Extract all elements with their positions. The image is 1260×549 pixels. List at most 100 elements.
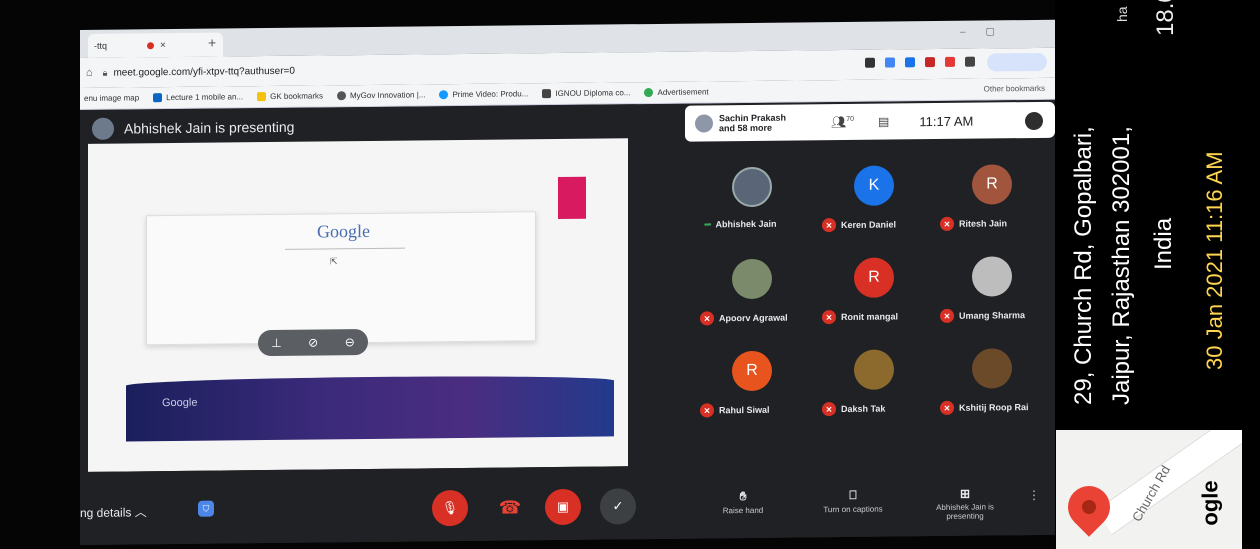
- shared-pink-block: [558, 176, 586, 219]
- other-bookmarks[interactable]: Other bookmarks: [984, 84, 1045, 94]
- participant-name: Ritesh Jain: [959, 218, 1008, 229]
- participant-tile[interactable]: ✕ Umang Sharma: [940, 252, 1050, 345]
- camera-off-icon: ▣: [556, 498, 570, 515]
- participant-name: Kshitij Roop Rai: [959, 402, 1029, 413]
- bookmark[interactable]: IGNOU Diploma co...: [542, 88, 630, 99]
- bookmark[interactable]: enu image map: [84, 93, 139, 103]
- tab-close-icon[interactable]: ×: [160, 40, 166, 51]
- google-logo: Google: [317, 220, 370, 242]
- banner-text: Google: [162, 396, 198, 410]
- participant-tile[interactable]: R ✕ Rahul Siwal: [700, 346, 810, 439]
- extension-icon[interactable]: [865, 57, 875, 68]
- recording-dot-icon: [147, 41, 155, 49]
- avatar: R: [732, 350, 772, 392]
- participant-name-row: ••• Abhishek Jain: [704, 218, 816, 230]
- meet-controls-bar: ng details ︿ ⛉ 🎙︎ ☎︎ ▣ ✓ ✋︎ Raise hand ⎕ T…: [80, 461, 1055, 545]
- mic-off-icon: 🎙︎: [441, 500, 459, 516]
- captions-label: Turn on captions: [823, 504, 883, 515]
- meet-window: Abhishek Jain is presenting Sachin Praka…: [80, 99, 1055, 545]
- participant-tile[interactable]: ✕ Apoorv Agrawal: [700, 254, 810, 347]
- presenter-avatar: [92, 117, 114, 140]
- profile-button[interactable]: [987, 52, 1047, 72]
- bookmark[interactable]: Advertisement: [644, 87, 709, 98]
- stamp-corner-text: ha: [1114, 6, 1130, 22]
- star-icon[interactable]: [885, 57, 895, 68]
- avatar: K: [854, 165, 894, 206]
- participants-summary-text: Sachin Prakash and 58 more: [719, 112, 787, 134]
- extension-icons: [865, 56, 975, 68]
- more-options-icon[interactable]: ⋮: [1028, 488, 1040, 502]
- browser-tab[interactable]: -ttq ×: [88, 32, 223, 58]
- participant-name: Abhishek Jain: [715, 218, 777, 230]
- linkedin-icon: [153, 93, 163, 103]
- participant-tile[interactable]: K ✕ Keren Daniel: [822, 161, 932, 254]
- present-button[interactable]: ⊞ Abhishek Jain is presenting: [920, 486, 1010, 521]
- mic-off-icon: ✕: [940, 308, 954, 323]
- stamp-datetime: 30 Jan 2021 11:16 AM: [1202, 151, 1227, 370]
- leave-call-button[interactable]: ☎︎: [492, 489, 528, 526]
- bookmark[interactable]: MyGov Innovation |...: [337, 90, 425, 101]
- home-icon[interactable]: ⌂: [86, 67, 93, 79]
- photo-frame: -ttq × + –▢ ⌂ 🔒︎ meet.google.com/yfi-xtp…: [0, 0, 1260, 549]
- participant-name-row: ✕ Kshitij Roop Rai: [940, 400, 1052, 415]
- meeting-details-button[interactable]: ng details ︿: [80, 503, 147, 521]
- participant-tile[interactable]: R ✕ Ronit mangal: [822, 253, 932, 346]
- extension-icon[interactable]: [925, 57, 935, 68]
- participant-tile[interactable]: ✕ Daksh Tak: [822, 345, 932, 438]
- participant-tile[interactable]: R ✕ Ritesh Jain: [940, 160, 1050, 253]
- site-icon: [644, 87, 654, 98]
- extension-icon[interactable]: [945, 56, 955, 67]
- bookmark[interactable]: Lecture 1 mobile an...: [153, 92, 244, 103]
- participant-tile[interactable]: ✕ Kshitij Roop Rai: [940, 344, 1050, 437]
- mic-off-icon: ✕: [700, 403, 714, 418]
- participant-name: Apoorv Agrawal: [719, 312, 788, 324]
- mic-off-icon: ✕: [822, 218, 836, 233]
- bookmark-label: Prime Video: Produ...: [452, 89, 529, 100]
- chat-icon[interactable]: ▤: [878, 115, 889, 129]
- mic-off-icon: ✕: [700, 311, 714, 326]
- bookmark[interactable]: Prime Video: Produ...: [439, 89, 529, 100]
- pin-icon[interactable]: ⊥: [271, 336, 281, 350]
- people-icon[interactable]: 👥︎70: [831, 115, 854, 129]
- mute-presentation-icon[interactable]: ⊘: [308, 336, 318, 350]
- site-icon: [542, 89, 552, 99]
- present-icon: ⊞: [959, 486, 971, 501]
- lock-icon[interactable]: 🔒︎: [103, 67, 108, 78]
- participants-summary[interactable]: Sachin Prakash and 58 more: [685, 112, 799, 133]
- captions-button[interactable]: ⎕ Turn on captions: [808, 487, 898, 514]
- presenting-label: Abhishek Jain is presenting: [124, 118, 295, 137]
- participant-name: Umang Sharma: [959, 310, 1026, 321]
- extension-icon[interactable]: [905, 57, 915, 68]
- participant-name: Keren Daniel: [841, 219, 897, 231]
- avatar: [972, 348, 1012, 389]
- stamp-address-line: India: [1150, 217, 1177, 270]
- puzzle-icon[interactable]: [965, 56, 975, 67]
- more-button[interactable]: ✓: [600, 488, 636, 525]
- bookmark[interactable]: GK bookmarks: [257, 91, 323, 102]
- remove-icon[interactable]: ⊖: [345, 335, 355, 349]
- avatar: [695, 114, 713, 133]
- camera-toggle-button[interactable]: ▣: [545, 488, 581, 526]
- participant-tile[interactable]: ••• Abhishek Jain: [700, 162, 810, 255]
- window-controls[interactable]: –▢: [960, 26, 1015, 38]
- captions-icon: ⎕: [849, 487, 857, 502]
- presenter-header: Abhishek Jain is presenting: [92, 116, 294, 140]
- participant-name-row: ✕ Keren Daniel: [822, 217, 934, 233]
- google-search-line: [285, 247, 405, 255]
- self-avatar[interactable]: [1025, 111, 1043, 131]
- shared-screen: Google ⇱ ⊥ ⊘ ⊖ Google: [88, 138, 628, 472]
- participant-name-row: ✕ Ritesh Jain: [940, 216, 1052, 231]
- url-field[interactable]: meet.google.com/yfi-xtpv-ttq?authuser=0: [113, 65, 294, 78]
- new-tab-button[interactable]: +: [208, 35, 216, 51]
- hang-up-icon: ☎︎: [498, 496, 522, 518]
- meet-top-bar: Sachin Prakash and 58 more 👥︎70 ▤ 11:17 …: [685, 101, 1055, 142]
- cursor-icon: ⇱: [330, 256, 338, 267]
- stamp-map: Church Rd ogle: [1056, 430, 1242, 549]
- raise-hand-button[interactable]: ✋︎ Raise hand: [698, 489, 788, 516]
- folder-icon: [257, 92, 267, 102]
- avatar: [854, 349, 894, 390]
- mic-toggle-button[interactable]: 🎙︎: [432, 489, 468, 527]
- bookmark-label: Lecture 1 mobile an...: [166, 92, 244, 103]
- raise-hand-label: Raise hand: [722, 505, 764, 516]
- shield-icon[interactable]: ⛉: [198, 500, 214, 517]
